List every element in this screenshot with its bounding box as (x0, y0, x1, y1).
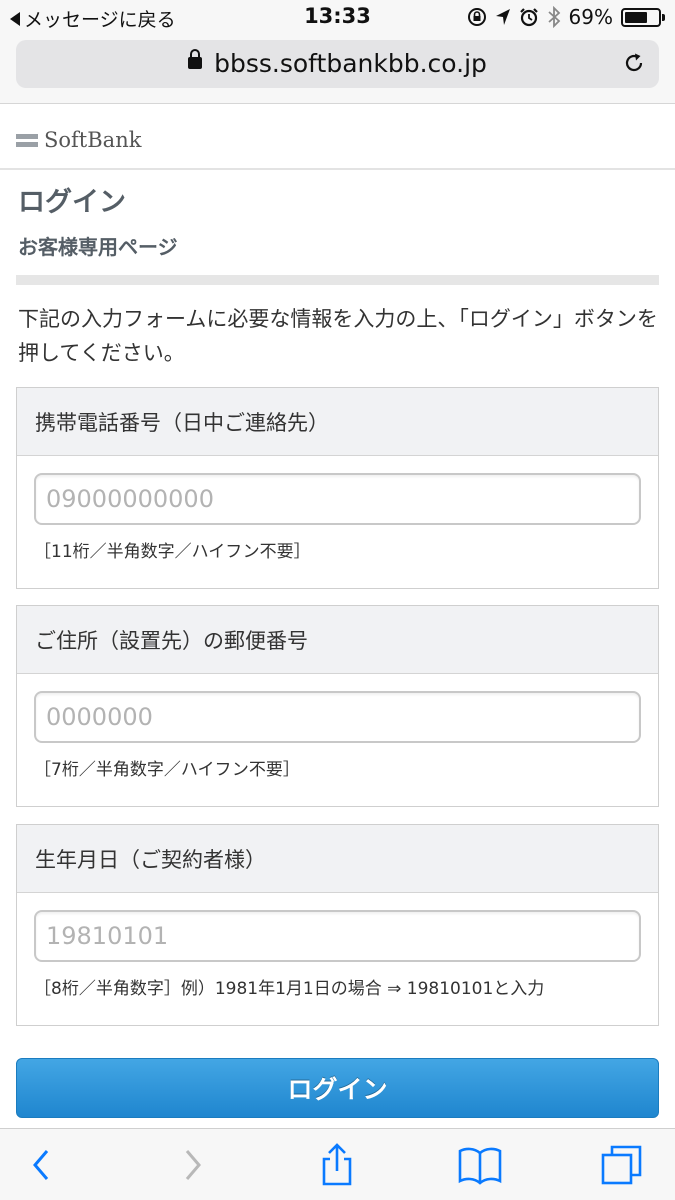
phone-input[interactable] (34, 473, 641, 525)
zip-field-hint: ［7桁／半角数字／ハイフン不要］ (34, 760, 300, 780)
status-bar: メッセージに戻る 13:33 69% (0, 0, 675, 34)
forward-chevron-icon[interactable] (170, 1143, 214, 1187)
status-icons: 69% (467, 5, 665, 29)
lock-icon (188, 49, 203, 69)
birthdate-field-hint: ［8桁／半角数字］例）1981年1月1日の場合 ⇒ 19810101と入力 (34, 979, 545, 999)
location-arrow-icon (495, 9, 510, 25)
phone-field-hint: ［11桁／半角数字／ハイフン不要］ (34, 542, 311, 562)
page-title: ログイン (18, 187, 126, 218)
battery-icon (621, 7, 665, 27)
tabs-icon[interactable] (600, 1143, 644, 1187)
logo-bars-icon (16, 133, 38, 147)
bookmarks-icon[interactable] (458, 1143, 502, 1187)
softbank-logo[interactable]: SoftBank (16, 128, 141, 152)
battery-percent: 69% (568, 5, 613, 29)
phone-field-group: 携帯電話番号（日中ご連絡先） ［11桁／半角数字／ハイフン不要］ (16, 387, 659, 589)
share-icon[interactable] (315, 1143, 359, 1187)
url-text: bbss.softbankbb.co.jp (214, 49, 487, 78)
zip-field-group: ご住所（設置先）の郵便番号 ［7桁／半角数字／ハイフン不要］ (16, 605, 659, 807)
browser-toolbar (0, 1128, 675, 1200)
back-chevron-icon[interactable] (20, 1143, 64, 1187)
login-button[interactable]: ログイン (16, 1058, 659, 1118)
rotation-lock-icon (467, 8, 486, 26)
address-bar[interactable]: bbss.softbankbb.co.jp (16, 40, 659, 88)
birthdate-field-group: 生年月日（ご契約者様） ［8桁／半角数字］例）1981年1月1日の場合 ⇒ 19… (16, 824, 659, 1026)
browser-address-area: bbss.softbankbb.co.jp (0, 34, 675, 104)
reload-icon[interactable] (623, 52, 645, 74)
intro-text: 下記の入力フォームに必要な情報を入力の上、「ログイン」ボタンを押してください。 (18, 307, 658, 365)
zip-field-label: ご住所（設置先）の郵便番号 (17, 606, 658, 674)
bluetooth-icon (547, 6, 560, 28)
zip-input[interactable] (34, 691, 641, 743)
phone-field-label: 携帯電話番号（日中ご連絡先） (17, 388, 658, 456)
birthdate-input[interactable] (34, 910, 641, 962)
page-subtitle: お客様専用ページ (18, 235, 178, 259)
section-divider (16, 275, 659, 285)
logo-text: SoftBank (44, 128, 142, 152)
alarm-icon (519, 8, 538, 27)
url-display: bbss.softbankbb.co.jp (16, 49, 659, 78)
site-header: SoftBank (0, 104, 675, 170)
birthdate-field-label: 生年月日（ご契約者様） (17, 825, 658, 893)
battery-fill (625, 11, 648, 23)
